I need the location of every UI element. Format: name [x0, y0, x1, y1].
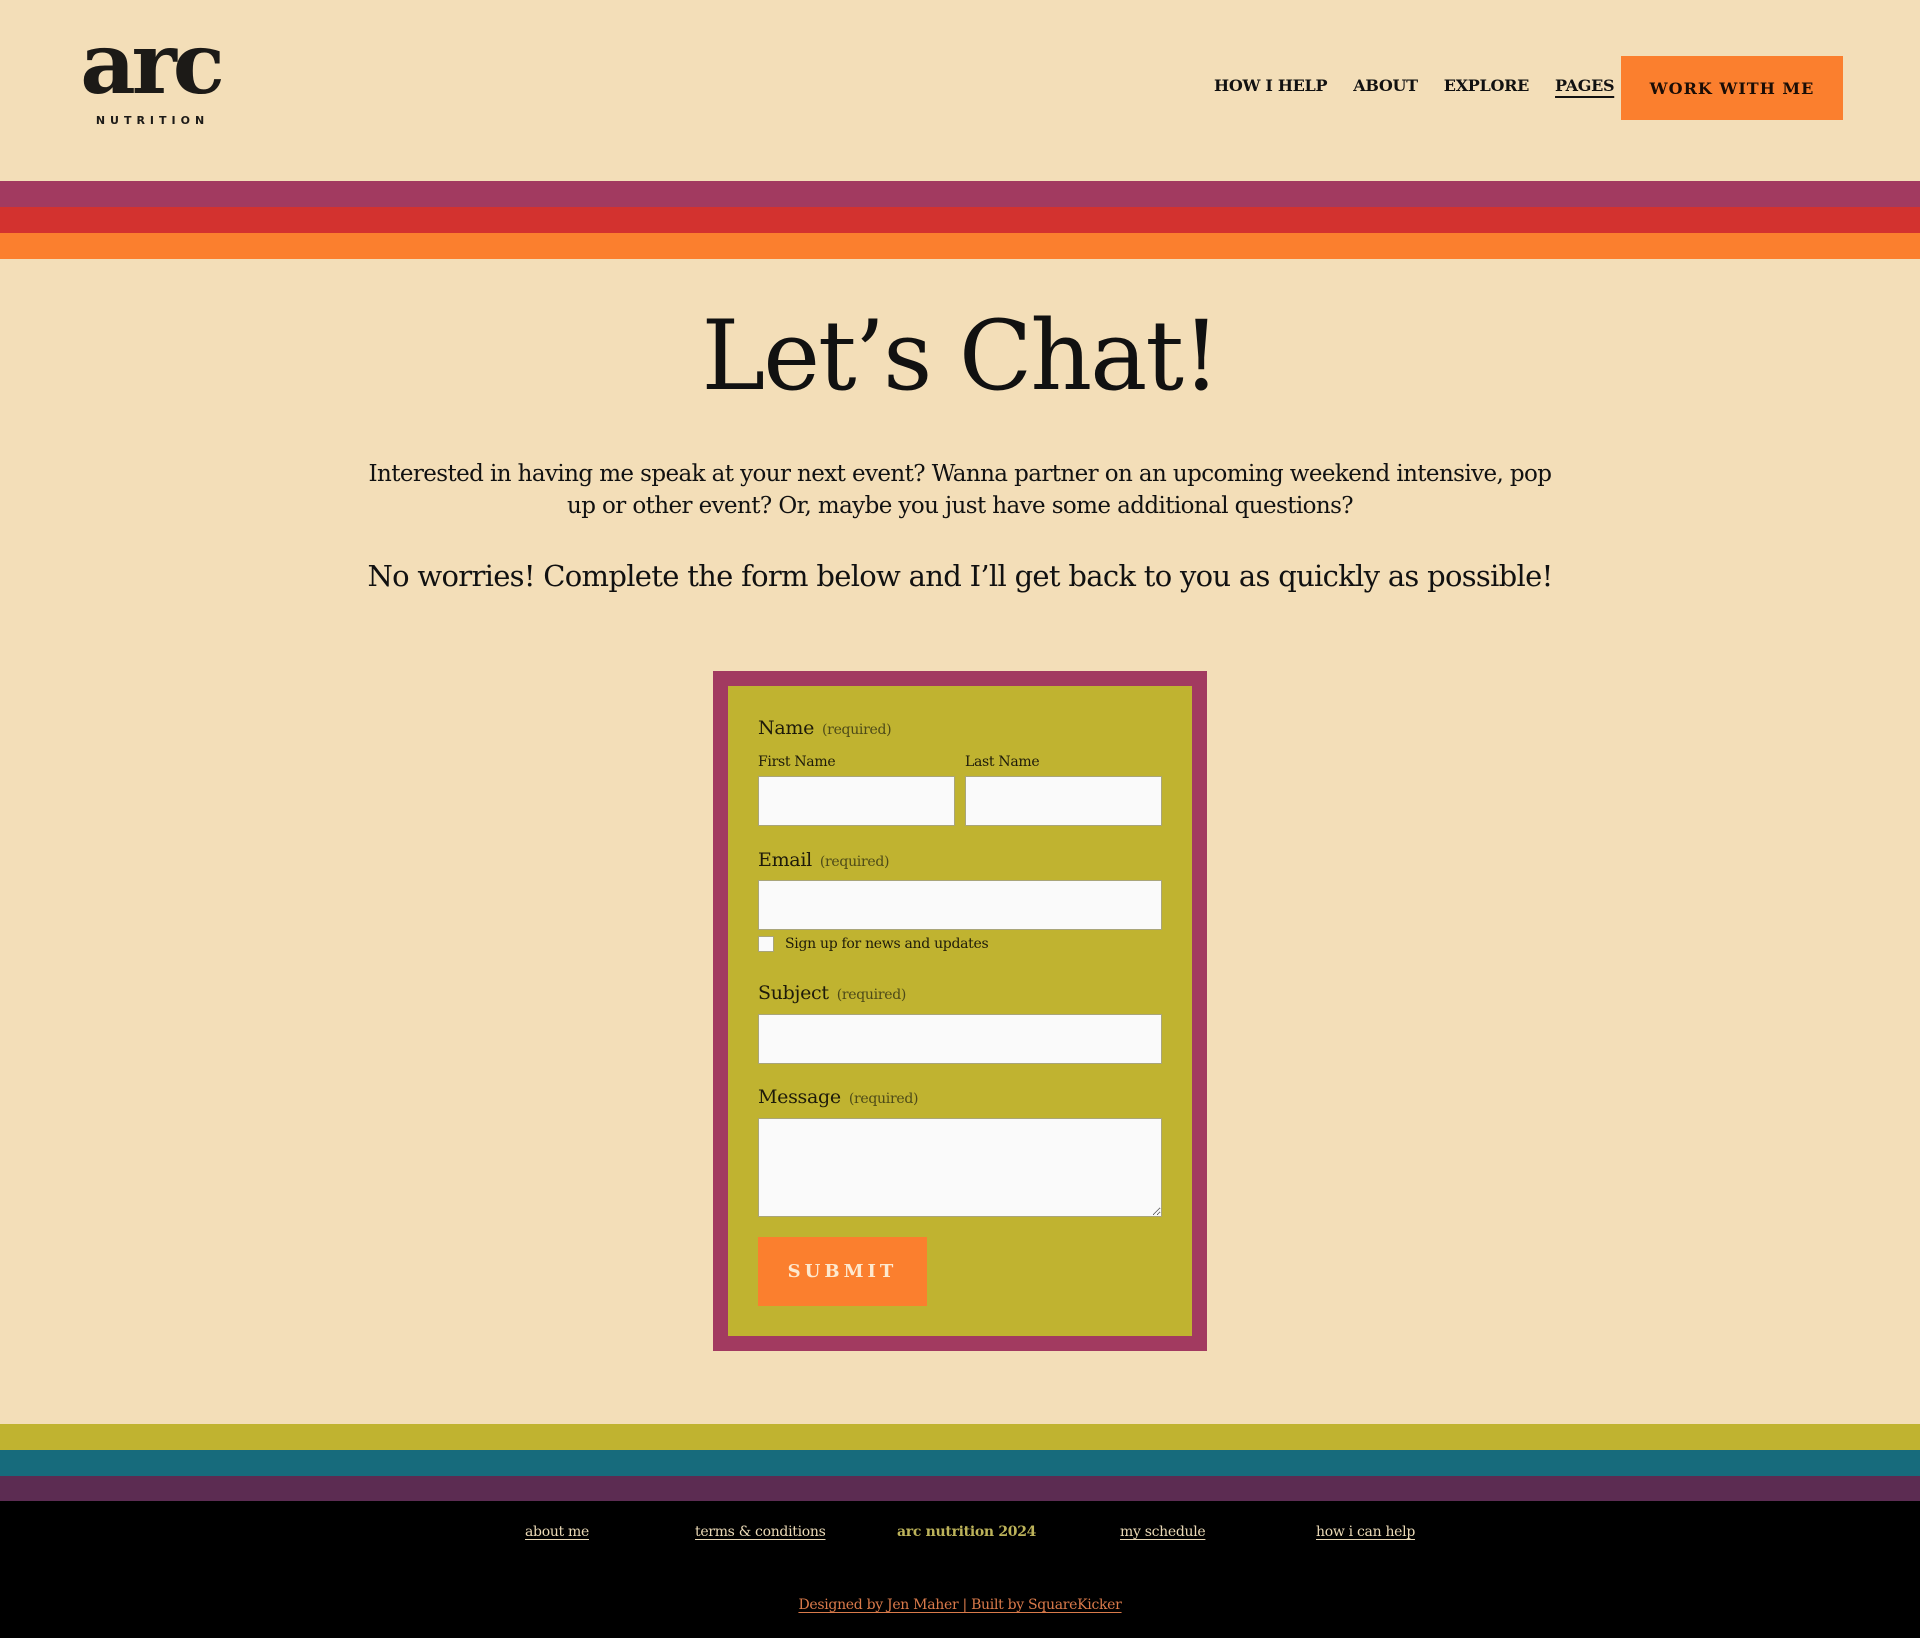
footer-brand-copyright: arc nutrition 2024 [897, 1524, 1037, 1540]
site-footer: about me terms & conditions arc nutritio… [0, 1501, 1920, 1638]
nav-about[interactable]: ABOUT [1353, 76, 1418, 100]
first-name-input[interactable] [758, 776, 955, 826]
top-stripe-red [0, 207, 1920, 233]
last-name-label: Last Name [965, 754, 1040, 770]
top-stripe-plum [0, 181, 1920, 207]
footer-link-how-i-can-help[interactable]: how i can help [1316, 1524, 1415, 1540]
footer-link-terms[interactable]: terms & conditions [695, 1524, 826, 1540]
contact-form-panel: Name (required) First Name Last Name Emai… [728, 686, 1192, 1336]
subject-input[interactable] [758, 1014, 1162, 1064]
message-label: Message (required) [758, 1086, 918, 1108]
submit-button[interactable]: SUBMIT [758, 1237, 927, 1306]
message-required-hint: (required) [848, 1091, 919, 1107]
subject-label: Subject (required) [758, 982, 906, 1004]
last-name-input[interactable] [965, 776, 1162, 826]
subject-required-hint: (required) [836, 987, 907, 1003]
nav-pages[interactable]: PAGES [1555, 76, 1615, 100]
name-label: Name (required) [758, 717, 892, 739]
footer-link-my-schedule[interactable]: my schedule [1120, 1524, 1206, 1540]
newsletter-label[interactable]: Sign up for news and updates [785, 936, 989, 952]
intro-paragraph: Interested in having me speak at your ne… [368, 461, 1552, 519]
newsletter-checkbox[interactable] [758, 936, 774, 952]
bottom-stripe-olive [0, 1424, 1920, 1450]
bottom-stripe-purple [0, 1476, 1920, 1501]
message-textarea[interactable] [758, 1118, 1162, 1217]
lead-paragraph: No worries! Complete the form below and … [367, 559, 1553, 593]
page-title: Let’s Chat! [701, 300, 1220, 412]
first-name-label: First Name [758, 754, 836, 770]
nav-how-i-help[interactable]: HOW I HELP [1214, 76, 1328, 100]
top-stripe-orange [0, 233, 1920, 259]
email-label: Email (required) [758, 849, 889, 871]
arc-nutrition-logo[interactable]: arc NUTRITION [78, 22, 225, 128]
email-input[interactable] [758, 880, 1162, 930]
name-required-hint: (required) [822, 722, 892, 738]
main-nav: HOW I HELP ABOUT EXPLORE PAGES [1214, 76, 1640, 100]
footer-credit: Designed by Jen Maher | Built by SquareK… [0, 1597, 1920, 1613]
subject-label-text: Subject [758, 982, 829, 1004]
nav-explore[interactable]: EXPLORE [1444, 76, 1530, 100]
contact-form: Name (required) First Name Last Name Emai… [713, 671, 1207, 1351]
bottom-stripe-teal [0, 1450, 1920, 1476]
email-label-text: Email [758, 849, 812, 871]
email-required-hint: (required) [819, 854, 890, 870]
footer-link-about-me[interactable]: about me [525, 1524, 589, 1540]
logo-wordmark: arc [80, 14, 225, 113]
message-label-text: Message [758, 1086, 841, 1108]
footer-credit-link[interactable]: Designed by Jen Maher | Built by SquareK… [798, 1597, 1121, 1613]
work-with-me-button[interactable]: WORK WITH ME [1621, 56, 1843, 120]
name-label-text: Name [758, 717, 815, 739]
logo-subtitle: NUTRITION [95, 114, 210, 127]
site-header: arc NUTRITION HOW I HELP ABOUT EXPLORE P… [0, 0, 1920, 181]
